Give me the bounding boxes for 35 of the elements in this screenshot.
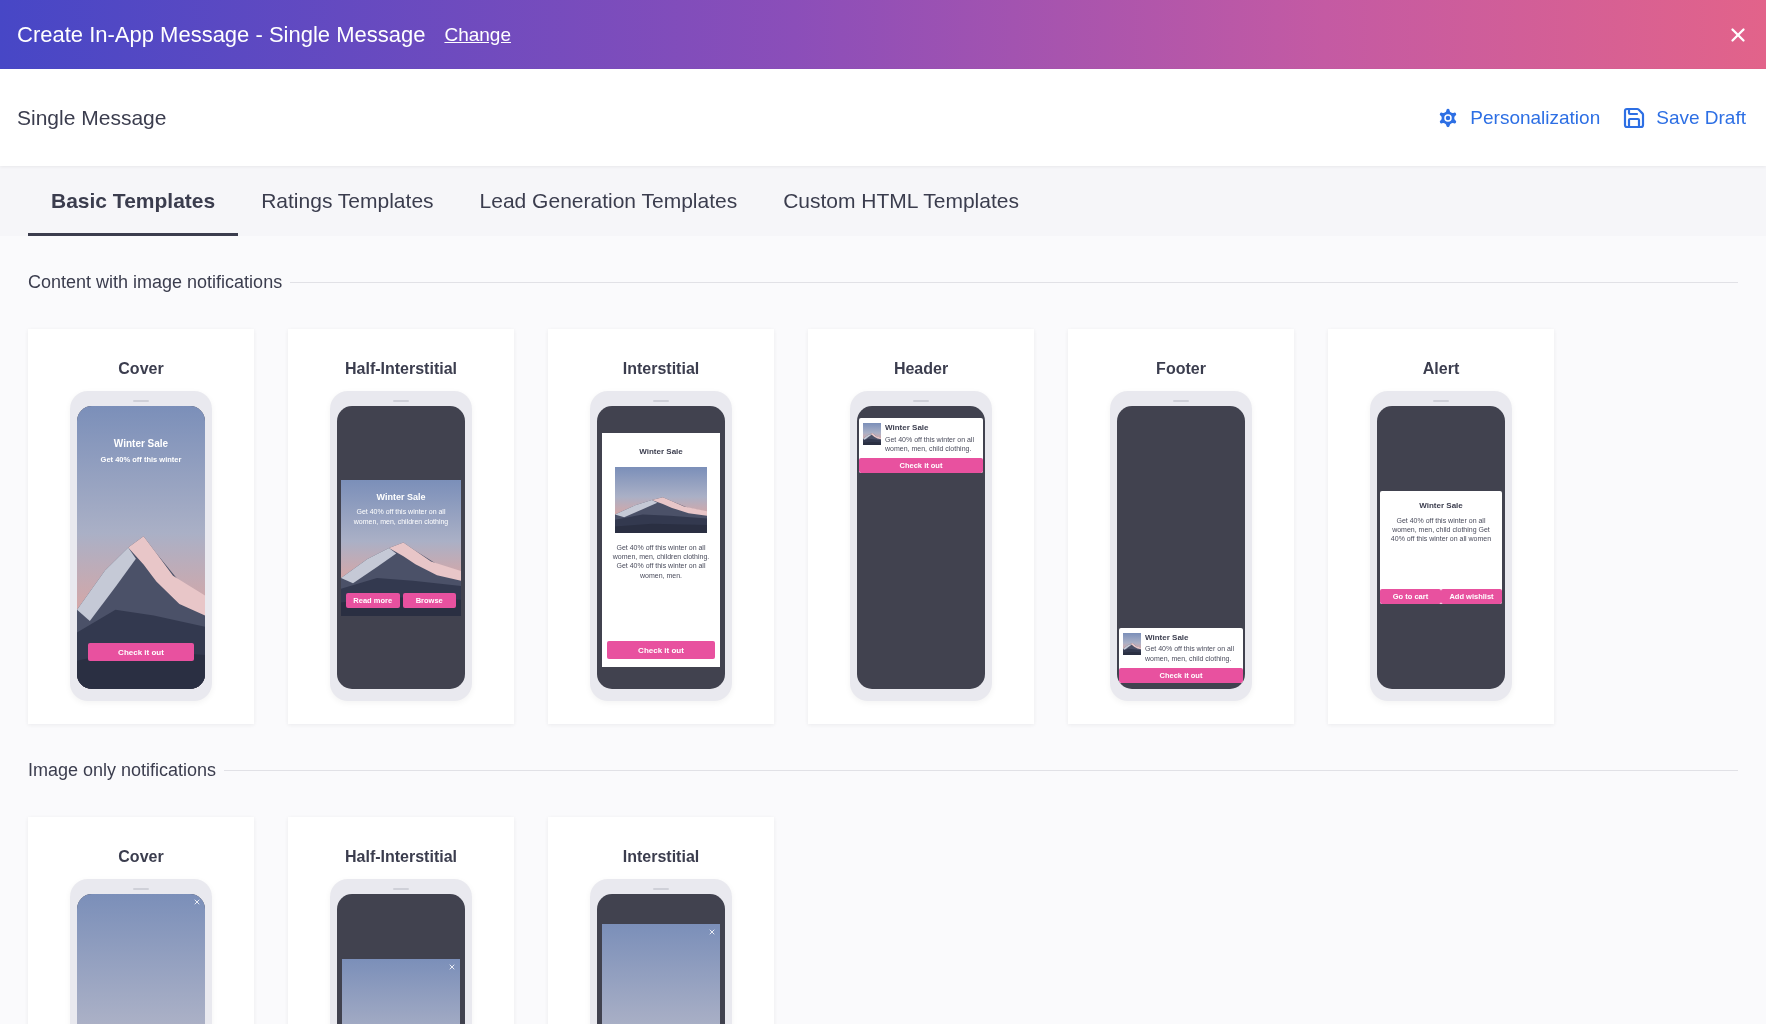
section-title: Content with image notifications <box>28 272 283 293</box>
template-name: Alert <box>1422 359 1460 379</box>
tab[interactable]: Basic Templates <box>28 166 239 236</box>
message-title: Winter Sale <box>639 447 683 457</box>
section-title: Image only notifications <box>28 760 217 781</box>
template-card[interactable]: Cover <box>28 817 254 1024</box>
close-icon[interactable] <box>193 898 201 906</box>
template-card[interactable]: Interstitial <box>548 817 774 1024</box>
save-icon <box>1622 105 1647 130</box>
template-name: Half-Interstitial <box>345 847 457 867</box>
tab[interactable]: Ratings Templates <box>238 166 457 236</box>
tab[interactable]: Custom HTML Templates <box>760 166 1042 236</box>
close-icon[interactable] <box>448 963 456 971</box>
page-title: Single Message <box>17 105 167 130</box>
template-name: Footer <box>1156 359 1206 379</box>
message-title: Winter Sale <box>113 438 169 450</box>
close-icon[interactable] <box>708 928 716 936</box>
window-title: Create In-App Message - Single Message <box>17 21 426 48</box>
message-title: Winter Sale <box>376 491 426 503</box>
tab[interactable]: Lead Generation Templates <box>456 166 761 236</box>
message-title: Winter Sale <box>885 423 930 433</box>
template-name: Interstitial <box>622 359 700 379</box>
template-name: Cover <box>118 847 164 867</box>
personalization-button[interactable]: Personalization <box>1436 105 1601 130</box>
message-title: Winter Sale <box>1419 501 1463 511</box>
template-card[interactable]: Half-Interstitial <box>288 817 514 1024</box>
preview-button: Check it out <box>607 641 715 659</box>
change-link[interactable]: Change <box>444 23 511 46</box>
template-name: Interstitial <box>622 847 700 867</box>
template-name: Header <box>893 359 949 379</box>
preview-button: Check it out <box>88 643 194 661</box>
save-draft-button[interactable]: Save Draft <box>1622 105 1746 130</box>
message-title: Winter Sale <box>1145 632 1190 643</box>
template-name: Half-Interstitial <box>345 359 457 379</box>
template-name: Cover <box>118 359 164 379</box>
